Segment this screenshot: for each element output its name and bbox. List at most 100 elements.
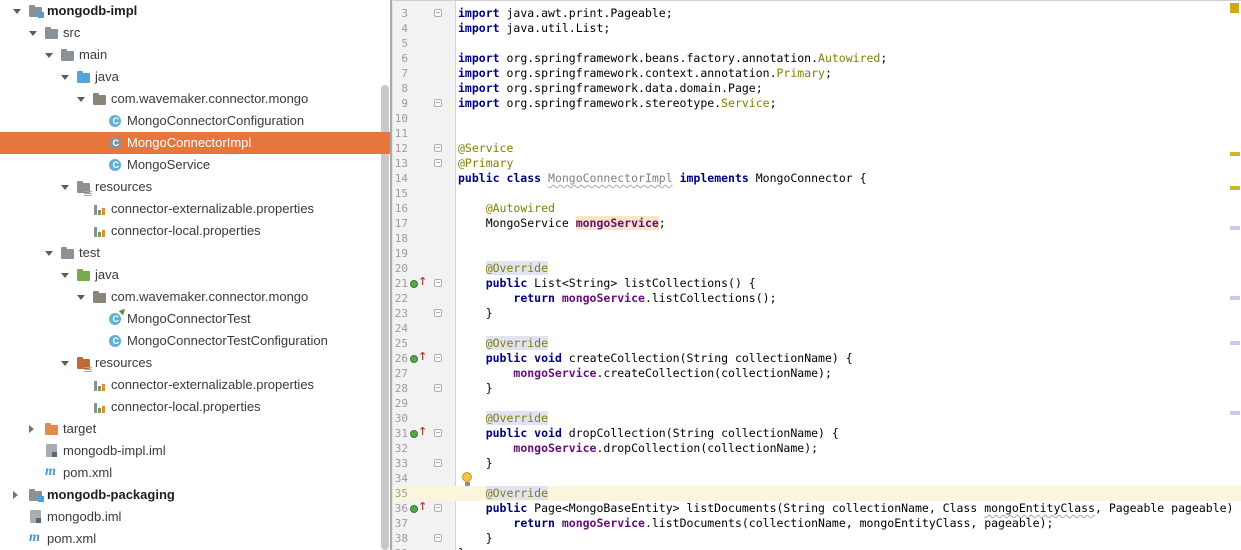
code-line[interactable]: 9import org.springframework.stereotype.S… [393,96,1241,111]
tree-item[interactable]: src [0,22,390,44]
fold-marker-icon[interactable] [434,354,442,362]
fold-marker-icon[interactable] [434,144,442,152]
code-line[interactable]: 31↑ public void dropCollection(String co… [393,426,1241,441]
code-line[interactable]: 30 @Override [393,411,1241,426]
code-line[interactable]: 39} [393,546,1241,550]
code-line[interactable]: 10 [393,111,1241,126]
override-marker-icon[interactable]: ↑ [410,428,426,440]
code-line[interactable]: 28 } [393,381,1241,396]
fold-marker-icon[interactable] [434,429,442,437]
chevron-right-icon[interactable] [29,425,34,433]
code-line[interactable]: 25 @Override [393,336,1241,351]
chevron-down-icon[interactable] [45,53,53,58]
tree-item[interactable]: com.wavemaker.connector.mongo [0,88,390,110]
code-line[interactable]: 3import java.awt.print.Pageable; [393,6,1241,21]
chevron-down-icon[interactable] [13,9,21,14]
code-line[interactable]: 37 return mongoService.listDocuments(col… [393,516,1241,531]
tree-item[interactable]: MongoService [0,154,390,176]
code-line[interactable]: 13@Primary [393,156,1241,171]
stripe-mark-usage[interactable] [1230,296,1240,300]
intention-bulb-icon[interactable] [462,472,473,485]
fold-marker-icon[interactable] [434,384,442,392]
fold-marker-icon[interactable] [434,504,442,512]
fold-marker-icon[interactable] [434,99,442,107]
tree-item[interactable]: test [0,242,390,264]
stripe-mark-usage[interactable] [1230,341,1240,345]
tree-item[interactable]: connector-local.properties [0,396,390,418]
override-marker-icon[interactable]: ↑ [410,353,426,365]
code-line[interactable]: 27 mongoService.createCollection(collect… [393,366,1241,381]
code-line[interactable]: 19 [393,246,1241,261]
fold-marker-icon[interactable] [434,159,442,167]
chevron-down-icon[interactable] [45,251,53,256]
tree-item[interactable]: java [0,66,390,88]
code-line[interactable]: 14public class MongoConnectorImpl implem… [393,171,1241,186]
code-line[interactable]: 17 MongoService mongoService; [393,216,1241,231]
code-line[interactable]: 26↑ public void createCollection(String … [393,351,1241,366]
tree-item[interactable]: MongoConnectorTestConfiguration [0,330,390,352]
tree-item[interactable]: pom.xml [0,462,390,484]
inspection-status-indicator[interactable] [1230,3,1239,13]
tree-item[interactable]: mongodb.iml [0,506,390,528]
code-line[interactable]: 6import org.springframework.beans.factor… [393,51,1241,66]
tree-item[interactable]: MongoConnectorConfiguration [0,110,390,132]
tree-item[interactable]: resources [0,352,390,374]
fold-marker-icon[interactable] [434,279,442,287]
chevron-down-icon[interactable] [29,31,37,36]
code-line[interactable]: 38 } [393,531,1241,546]
tree-item[interactable]: mongodb-impl.iml [0,440,390,462]
code-line[interactable]: 11 [393,126,1241,141]
tree-item[interactable]: mongodb-packaging [0,484,390,506]
tree-item[interactable]: connector-local.properties [0,220,390,242]
chevron-down-icon[interactable] [61,361,69,366]
code-line[interactable]: 21↑ public List<String> listCollections(… [393,276,1241,291]
tree-item-label: src [63,22,80,44]
code-line[interactable]: 4import java.util.List; [393,21,1241,36]
code-line[interactable]: 16 @Autowired [393,201,1241,216]
code-line[interactable]: 8import org.springframework.data.domain.… [393,81,1241,96]
code-line[interactable]: 32 mongoService.dropCollection(collectio… [393,441,1241,456]
code-line[interactable]: 7import org.springframework.context.anno… [393,66,1241,81]
code-line[interactable]: 35 @Override [393,486,1241,501]
stripe-mark-warning[interactable] [1230,186,1240,190]
code-line[interactable]: 23 } [393,306,1241,321]
fold-marker-icon[interactable] [434,459,442,467]
tree-item[interactable]: resources [0,176,390,198]
code-line[interactable]: 33 } [393,456,1241,471]
tree-item[interactable]: connector-externalizable.properties [0,374,390,396]
fold-marker-icon[interactable] [434,534,442,542]
code-line[interactable]: 15 [393,186,1241,201]
chevron-down-icon[interactable] [61,185,69,190]
override-marker-icon[interactable]: ↑ [410,278,426,290]
code-line[interactable]: 5 [393,36,1241,51]
chevron-down-icon[interactable] [61,273,69,278]
fold-marker-icon[interactable] [434,9,442,17]
stripe-mark-warning[interactable] [1230,152,1240,156]
fold-marker-icon[interactable] [434,309,442,317]
code-line[interactable]: 20 @Override [393,261,1241,276]
code-line[interactable]: 36↑ public Page<MongoBaseEntity> listDoc… [393,501,1241,516]
tree-item[interactable]: java [0,264,390,286]
code-line[interactable]: 18 [393,231,1241,246]
code-line[interactable]: 29 [393,396,1241,411]
override-marker-icon[interactable]: ↑ [410,503,426,515]
tree-item[interactable]: MongoConnectorTest [0,308,390,330]
code-line[interactable]: 34 [393,471,1241,486]
tree-item[interactable]: main [0,44,390,66]
tree-item[interactable]: connector-externalizable.properties [0,198,390,220]
chevron-down-icon[interactable] [61,75,69,80]
stripe-mark-usage[interactable] [1230,226,1240,230]
chevron-down-icon[interactable] [77,295,85,300]
tree-item[interactable]: mongodb-impl [0,0,390,22]
tree-item[interactable]: pom.xml [0,528,390,550]
stripe-mark-usage[interactable] [1230,411,1240,415]
tree-scrollbar[interactable] [381,85,389,550]
tree-item[interactable]: MongoConnectorImpl [0,132,390,154]
chevron-down-icon[interactable] [77,97,85,102]
tree-item[interactable]: com.wavemaker.connector.mongo [0,286,390,308]
tree-item[interactable]: target [0,418,390,440]
chevron-right-icon[interactable] [13,491,18,499]
code-line[interactable]: 12@Service [393,141,1241,156]
code-line[interactable]: 24 [393,321,1241,336]
code-line[interactable]: 22 return mongoService.listCollections()… [393,291,1241,306]
